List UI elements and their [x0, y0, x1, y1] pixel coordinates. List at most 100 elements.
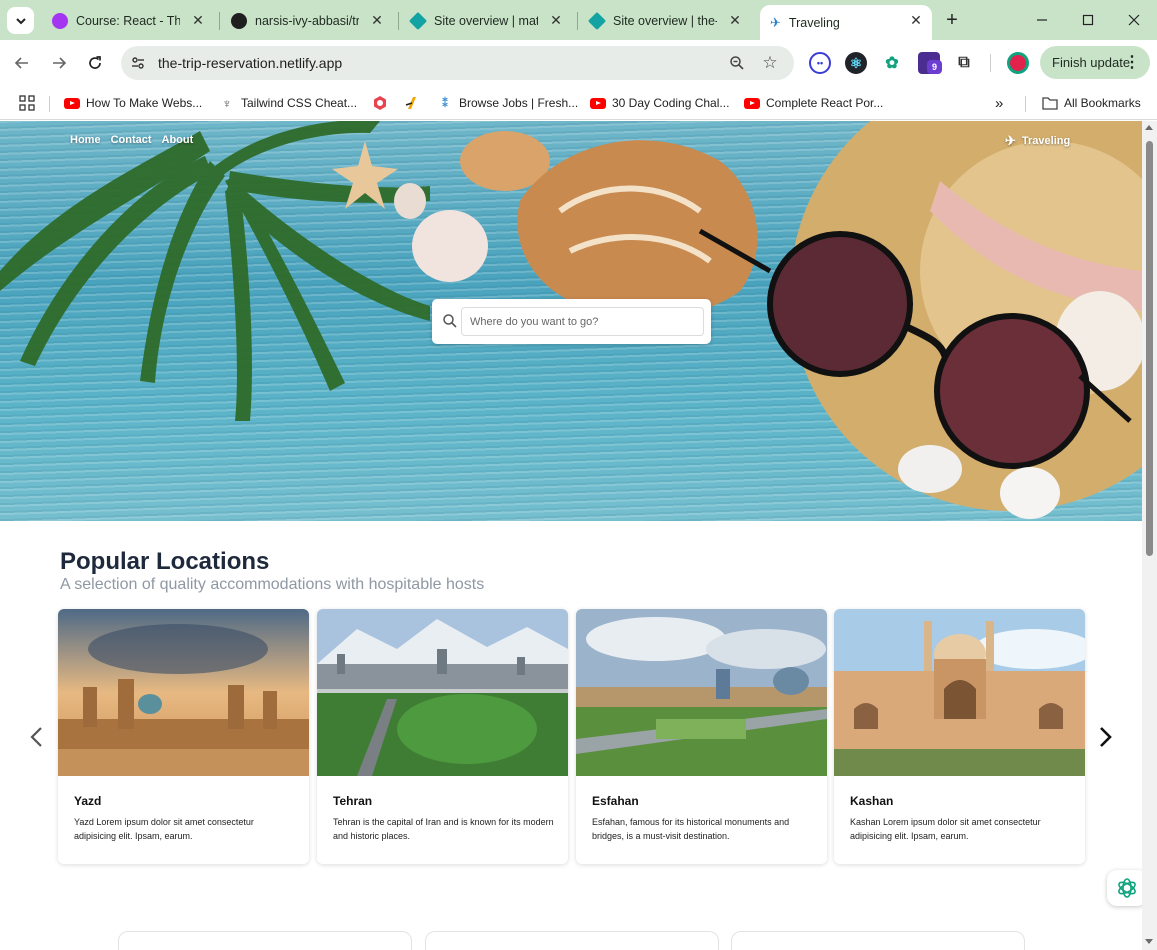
location-card[interactable]: Tehran Tehran is the capital of Iran and…	[317, 609, 568, 864]
browser-tab[interactable]: narsis-ivy-abbasi/trip-reservation ✕	[221, 5, 393, 36]
youtube-icon	[744, 95, 760, 111]
puzzle-icon[interactable]: ⧉	[953, 52, 975, 74]
tab-separator	[398, 12, 399, 30]
profile-avatar[interactable]	[1007, 52, 1029, 74]
maximize-icon	[1082, 14, 1094, 26]
assistant-chat-button[interactable]	[1107, 870, 1142, 906]
browser-tabstrip: Course: React - The Complete Guide ✕ nar…	[0, 0, 1157, 40]
apps-button[interactable]	[19, 93, 35, 113]
minimize-icon	[1037, 19, 1047, 21]
browser-tab[interactable]: Course: React - The Complete Guide ✕	[42, 5, 214, 36]
netlify-icon	[408, 11, 428, 30]
all-bookmarks-button[interactable]: All Bookmarks	[1042, 93, 1141, 113]
bookmark-item[interactable]: Complete React Por...	[744, 93, 883, 113]
tab-title: Traveling	[788, 15, 840, 30]
destination-search	[432, 299, 711, 344]
card-title: Kashan	[850, 794, 894, 808]
bookmark-item[interactable]: ⁑ Browse Jobs | Fresh...	[437, 93, 578, 113]
bookmark-item[interactable]: 30 Day Coding Chal...	[590, 93, 729, 113]
tab-separator	[577, 12, 578, 30]
location-card[interactable]: Kashan Kashan Lorem ipsum dolor sit amet…	[834, 609, 1085, 864]
finish-update-button[interactable]: Finish update ⋮	[1040, 46, 1150, 79]
browser-tab[interactable]: Site overview | math ✕	[400, 5, 572, 36]
bookmark-label: 30 Day Coding Chal...	[612, 96, 730, 110]
browser-tab-active[interactable]: ✈ Traveling ✕	[760, 5, 932, 40]
carousel-prev-button[interactable]	[24, 724, 48, 750]
extension-badge-icon[interactable]: 9	[918, 52, 942, 74]
jobs-icon: ⁑	[442, 97, 448, 110]
scroll-down-arrow-icon[interactable]	[1145, 939, 1153, 944]
star-icon[interactable]: ☆	[760, 53, 780, 73]
nav-link-home[interactable]: Home	[70, 134, 101, 146]
airplane-icon: ✈	[1005, 133, 1016, 148]
carousel-next-button[interactable]	[1094, 724, 1118, 750]
tab-title: Site overview | math	[434, 13, 538, 28]
url-text[interactable]: the-trip-reservation.netlify.app	[158, 55, 342, 71]
tab-title: narsis-ivy-abbasi/trip-reservation	[255, 13, 359, 28]
react-devtools-icon[interactable]: ⚛	[845, 52, 867, 74]
location-card[interactable]: Esfahan Esfahan, famous for its historic…	[576, 609, 827, 864]
close-window-button[interactable]	[1114, 6, 1154, 34]
card-title: Tehran	[333, 794, 373, 808]
browser-tab[interactable]: Site overview | the-trip ✕	[579, 5, 751, 36]
close-icon[interactable]: ✕	[548, 12, 564, 28]
bookmarks-overflow-button[interactable]: »	[995, 93, 1003, 113]
tab-title: Site overview | the-trip	[613, 13, 717, 28]
bookmark-item[interactable]: How To Make Webs...	[64, 93, 202, 113]
chatgpt-icon[interactable]: ✿	[881, 52, 903, 74]
close-icon[interactable]: ✕	[190, 12, 206, 28]
conch-shell-icon	[517, 140, 758, 320]
site-nav: Home Contact About	[70, 134, 193, 146]
extension-badge-count: 9	[927, 60, 942, 74]
scroll-up-arrow-icon[interactable]	[1145, 125, 1153, 130]
nav-link-contact[interactable]: Contact	[111, 134, 152, 146]
close-icon[interactable]: ✕	[369, 12, 385, 28]
bookmark-item[interactable]	[372, 93, 394, 113]
codepen-icon	[404, 95, 420, 111]
airplane-icon: ✈	[770, 14, 781, 30]
github-icon	[231, 12, 247, 29]
site-logo[interactable]: ✈ Traveling	[1005, 133, 1070, 149]
maximize-button[interactable]	[1068, 6, 1108, 34]
youtube-icon	[590, 95, 606, 111]
minimize-button[interactable]	[1022, 6, 1062, 34]
site-info-icon[interactable]	[127, 52, 149, 74]
bookmark-item[interactable]: ♆ Tailwind CSS Cheat...	[219, 93, 357, 113]
address-bar[interactable]: the-trip-reservation.netlify.app ☆	[121, 46, 794, 80]
nav-link-about[interactable]: About	[162, 134, 194, 146]
forward-button[interactable]	[45, 49, 73, 77]
apps-grid-icon	[19, 95, 35, 111]
card-description: Tehran is the capital of Iran and is kno…	[333, 817, 554, 841]
toolbar-divider	[990, 54, 991, 72]
bookmark-item[interactable]	[404, 93, 426, 113]
card-description: Kashan Lorem ipsum dolor sit amet consec…	[850, 817, 1041, 841]
card-title: Esfahan	[592, 794, 639, 808]
location-card[interactable]: Yazd Yazd Lorem ipsum dolor sit amet con…	[58, 609, 309, 864]
zoom-icon[interactable]	[727, 53, 747, 73]
more-menu-icon[interactable]: ⋮	[1124, 52, 1140, 72]
chevron-right-icon	[1100, 727, 1112, 747]
arrow-left-icon	[14, 57, 28, 69]
close-icon[interactable]: ✕	[727, 12, 743, 28]
netlify-icon	[587, 11, 607, 30]
chatgpt-icon	[1118, 878, 1136, 898]
hero-banner: Home Contact About ✈ Traveling	[0, 121, 1142, 521]
tab-separator	[219, 12, 220, 30]
search-input[interactable]	[461, 307, 704, 336]
feature-card	[731, 931, 1025, 950]
reload-button[interactable]	[81, 49, 109, 77]
all-bookmarks-label: All Bookmarks	[1064, 96, 1141, 110]
tab-search-button[interactable]	[7, 7, 34, 34]
back-button[interactable]	[8, 49, 36, 77]
feature-card	[118, 931, 412, 950]
page-scrollbar[interactable]	[1142, 121, 1157, 950]
extension-face-icon[interactable]: ••	[809, 52, 831, 74]
close-icon[interactable]: ✕	[908, 12, 924, 28]
scrollbar-thumb[interactable]	[1146, 141, 1153, 556]
location-image	[834, 609, 1085, 776]
bookmark-label: How To Make Webs...	[86, 96, 203, 110]
section-subtitle: A selection of quality accommodations wi…	[60, 576, 485, 593]
new-tab-button[interactable]: +	[932, 6, 972, 34]
shell-icon	[412, 210, 488, 282]
bookmarks-divider	[1025, 96, 1026, 112]
